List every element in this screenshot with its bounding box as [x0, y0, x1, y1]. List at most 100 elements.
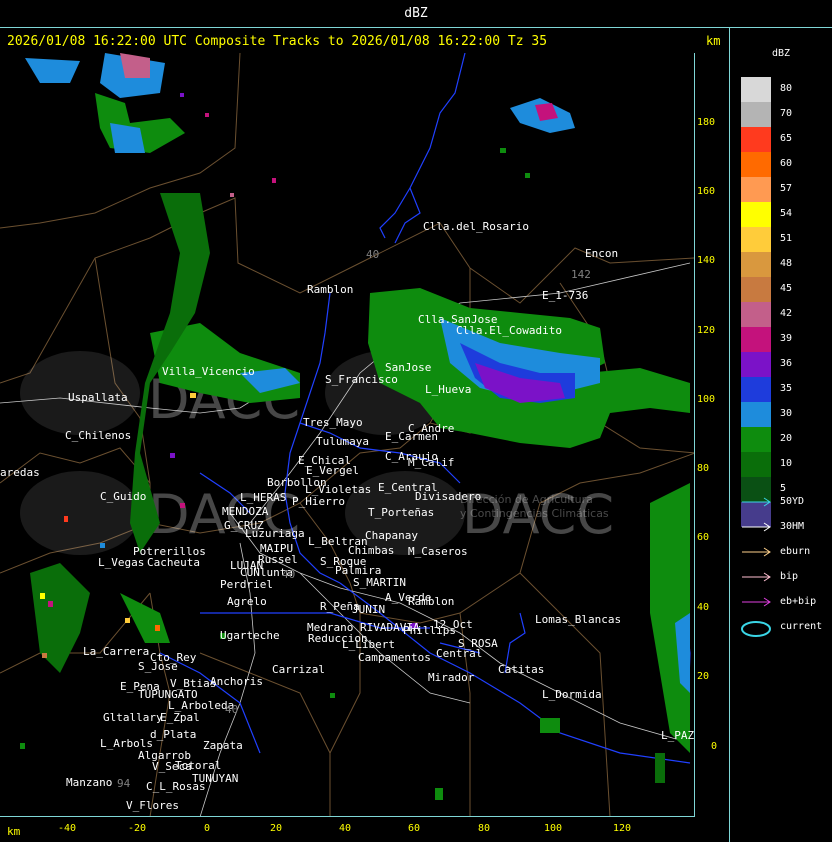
- dbz-value: 5: [780, 483, 787, 494]
- place-label: Mirador: [428, 671, 475, 684]
- place-label: Divisadero: [415, 490, 481, 503]
- y-tick: 60: [697, 532, 710, 543]
- place-label: S_Jose: [138, 660, 178, 673]
- place-label: Clla.El_Cowadito: [456, 324, 562, 337]
- composite-title: 2026/01/08 16:22:00 UTC Composite Tracks…: [7, 34, 548, 49]
- place-label: MENDOZA: [222, 505, 269, 518]
- place-label: Anchoris: [210, 675, 263, 688]
- y-tick: 20: [697, 671, 710, 682]
- place-label: L_HERAS: [240, 491, 286, 504]
- watermark-subtitle-2: y Contingencias Climáticas: [460, 507, 609, 520]
- dbz-value: 60: [780, 158, 793, 169]
- legend-panel: dBZ 80 70 65 60 57 54 51 48 45 42 39 36 35 30 20 10 5 50…: [730, 28, 832, 842]
- y-tick: 100: [697, 394, 716, 405]
- dbz-swatch: 65: [741, 127, 792, 152]
- x-tick: 0: [203, 823, 211, 834]
- place-label: d_Plata: [150, 728, 196, 741]
- road-number: 40: [225, 703, 238, 716]
- place-label: E_1-736: [542, 289, 588, 302]
- dbz-swatch: 39: [741, 327, 792, 352]
- place-label: Russel: [258, 553, 298, 566]
- track-key-label: 30HM: [780, 521, 805, 532]
- dbz-value: 45: [780, 283, 793, 294]
- place-label: Uspallata: [68, 391, 128, 404]
- track-key-label: 50YD: [780, 496, 805, 507]
- x-axis: km -40 -20 0 20 40 60 80 100 120: [0, 817, 729, 842]
- dbz-value: 42: [780, 308, 793, 319]
- place-label: Chapanay: [365, 529, 418, 542]
- y-axis-unit: km: [706, 34, 721, 48]
- dbz-value: 20: [780, 433, 793, 444]
- place-label: V_Seca: [152, 760, 192, 773]
- x-axis-unit: km: [7, 825, 21, 838]
- place-label: M_Caseros: [408, 545, 468, 558]
- place-label: Villa_Vicencio: [162, 365, 255, 378]
- dbz-swatch: 10: [741, 452, 792, 477]
- x-tick: 120: [612, 823, 632, 834]
- place-label: Campamentos: [358, 651, 431, 664]
- road-number: 142: [571, 268, 591, 281]
- track-arrow-icon: [742, 547, 771, 557]
- current-ellipse-icon: [741, 621, 771, 637]
- y-tick: 180: [697, 117, 716, 128]
- track-arrow-icon: [742, 597, 771, 607]
- legend-title: dBZ: [771, 48, 791, 59]
- track-key-label: eb+bip: [780, 596, 817, 607]
- x-tick: 80: [477, 823, 491, 834]
- place-label: C_Guido: [100, 490, 146, 503]
- dbz-swatch: 48: [741, 252, 792, 277]
- place-label: S_Francisco: [325, 373, 398, 386]
- track-key-label: current: [780, 621, 823, 632]
- place-label: Tres_Mayo: [303, 416, 363, 429]
- place-label: C_L_Rosas: [146, 780, 206, 793]
- place-label: Ugarteche: [220, 629, 280, 642]
- dbz-swatch: 42: [741, 302, 792, 327]
- dbz-value: 30: [780, 408, 793, 419]
- place-label: Cacheuta: [147, 556, 200, 569]
- place-label: 12_Oct: [433, 618, 473, 631]
- dbz-swatch: 54: [741, 202, 792, 227]
- dbz-value: 70: [780, 108, 793, 119]
- place-label: Carrizal: [272, 663, 325, 676]
- dbz-value: 39: [780, 333, 793, 344]
- y-tick: 120: [697, 325, 716, 336]
- dbz-value: 51: [780, 233, 793, 244]
- place-label: L_Hueva: [425, 383, 471, 396]
- dbz-value: 10: [780, 458, 793, 469]
- x-tick: 60: [407, 823, 421, 834]
- x-tick: 100: [543, 823, 563, 834]
- dbz-swatch: 30: [741, 402, 792, 427]
- y-tick: 140: [697, 255, 716, 266]
- track-arrow-icon: [742, 572, 771, 582]
- road-number: 40: [282, 568, 295, 581]
- place-label: Clla.del_Rosario: [423, 220, 529, 233]
- dbz-value: 35: [780, 383, 793, 394]
- place-label: Agrelo: [227, 595, 267, 608]
- place-label: L_PAZ: [661, 729, 694, 742]
- place-label: E_Zpal: [160, 711, 200, 724]
- place-label: Zapata: [203, 739, 243, 752]
- x-tick: 40: [338, 823, 352, 834]
- place-label: P_Hierro: [292, 495, 345, 508]
- place-label: M_Calif: [408, 456, 454, 469]
- place-label: Tulumaya: [316, 435, 369, 448]
- x-tick: -40: [57, 823, 77, 834]
- place-label: V_Flores: [126, 799, 179, 812]
- radar-map[interactable]: DACC DACC DACC DACC Dirección de Agricul…: [0, 53, 695, 817]
- y-axis: 180 160 140 120 100 80 60 40 20 0: [695, 53, 729, 817]
- place-label: C_Andre: [408, 422, 454, 435]
- place-label: Ramblon: [307, 283, 353, 296]
- track-key-label: bip: [780, 571, 799, 582]
- place-label: Perdriel: [220, 578, 273, 591]
- place-label: L_Libert: [342, 638, 395, 651]
- place-label: L_Vegas: [98, 556, 144, 569]
- map-canvas[interactable]: DACC DACC DACC DACC Dirección de Agricul…: [0, 53, 695, 817]
- place-label: Lomas_Blancas: [535, 613, 621, 626]
- y-tick: 0: [711, 741, 718, 752]
- dbz-value: 80: [780, 83, 793, 94]
- place-label: T_Porteñas: [368, 506, 434, 519]
- place-label: Catitas: [498, 663, 544, 676]
- dbz-color-scale: 80 70 65 60 57 54 51 48 45 42 39 36 35 30 20 10 5: [741, 77, 803, 527]
- place-label: L_Dormida: [542, 688, 602, 701]
- road-number: 94: [117, 777, 131, 790]
